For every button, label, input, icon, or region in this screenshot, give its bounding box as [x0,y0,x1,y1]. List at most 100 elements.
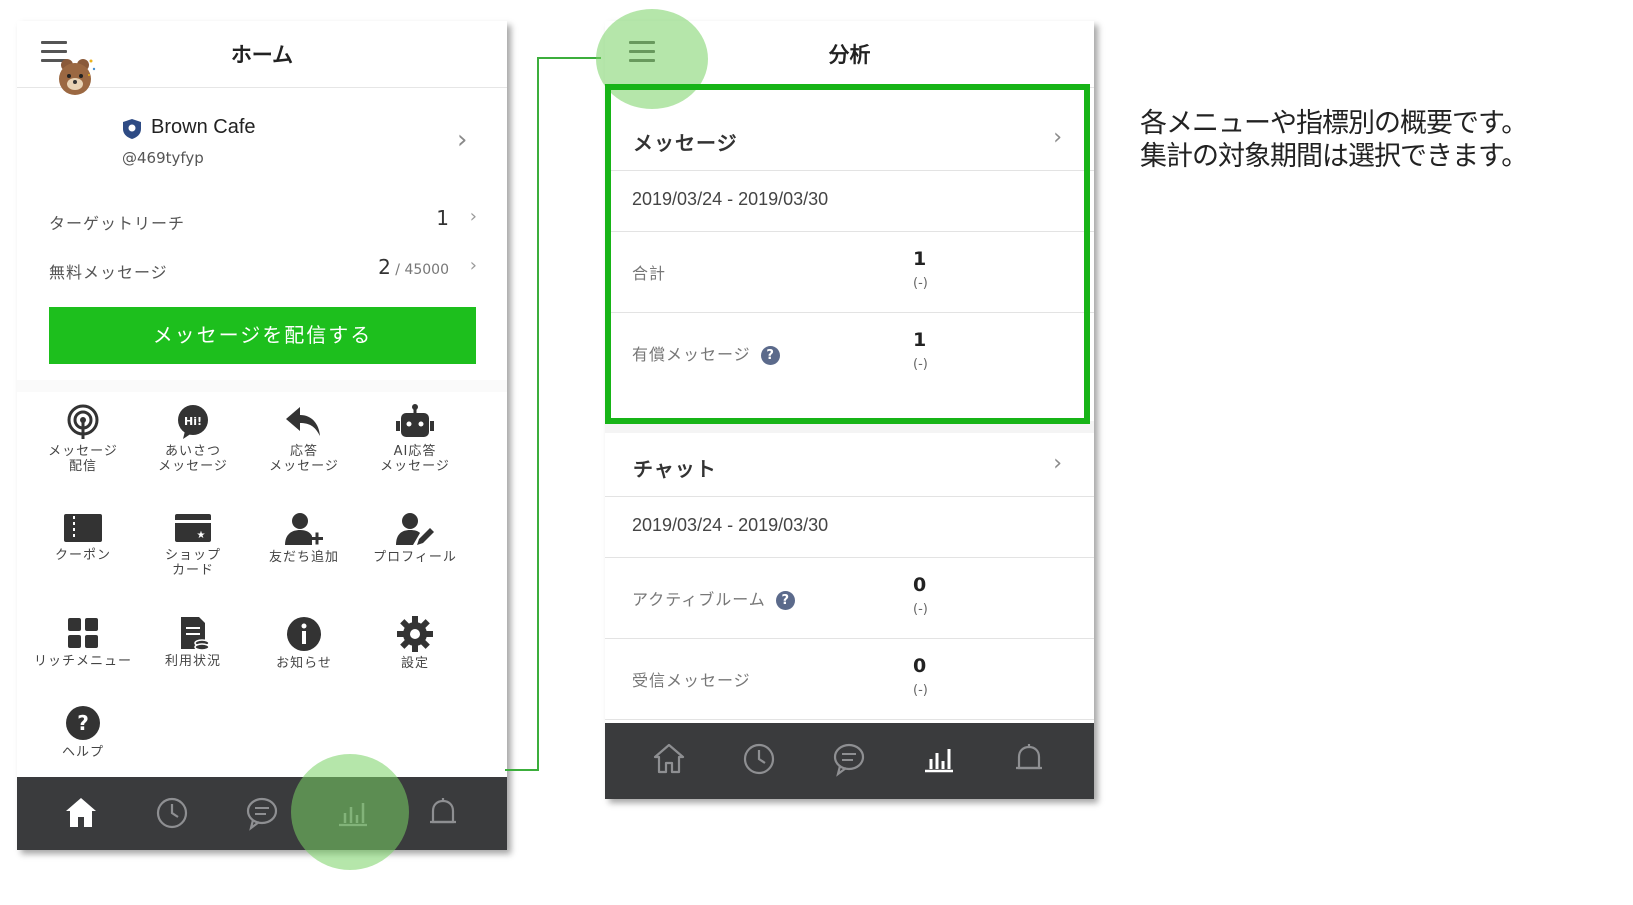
chevron-right-icon: › [457,125,468,155]
section-title: チャット [633,457,717,481]
svg-text:Hi!: Hi! [184,415,202,428]
target-reach-row[interactable]: ターゲットリーチ 1 › [49,204,477,238]
tile-label: ヘルプ [61,745,104,760]
divider [605,421,1094,433]
tile-settings[interactable]: 設定 [360,616,470,671]
help-question-icon[interactable]: ? [760,346,780,365]
metric-received-message-row: 受信メッセージ 0 (-) [605,639,1094,720]
target-reach-value: 1 [436,206,449,230]
tile-label: お知らせ [276,656,332,671]
avatar [59,59,96,95]
tile-label: 利用状況 [164,654,221,669]
section-message-header[interactable]: メッセージ › [605,107,1094,171]
tile-message-broadcast[interactable]: メッセージ 配信 [28,404,138,474]
chart-icon[interactable] [921,741,957,777]
info-icon [287,617,321,651]
svg-text:★: ★ [197,530,206,541]
account-header[interactable] [17,89,507,196]
chevron-right-icon: › [469,206,477,227]
chat-icon[interactable] [244,795,280,831]
metric-label: 合計 [632,264,667,283]
clock-icon[interactable] [154,795,190,831]
tile-notices[interactable]: お知らせ [249,616,359,671]
date-range-selector[interactable]: 2019/03/24 - 2019/03/30 [605,171,1094,232]
help-question-icon[interactable]: ? [775,591,795,610]
profile-edit-icon [396,513,434,545]
tile-rich-menu[interactable]: リッチメニュー [28,616,138,669]
clock-icon[interactable] [741,741,777,777]
home-icon[interactable] [651,741,687,777]
tile-profile[interactable]: プロフィール [360,512,470,565]
free-messages-label: 無料メッセージ [49,263,168,282]
free-messages-row[interactable]: 無料メッセージ 2 / 45000 › [49,253,477,287]
account-name: Brown Cafe [151,116,256,138]
tile-ai-reply-message[interactable]: AI応答 メッセージ [360,404,470,474]
page-title: 分析 [828,43,871,67]
tile-label: クーポン [54,548,111,563]
section-title: メッセージ [633,131,738,155]
metric-value: 1 [913,248,927,270]
home-screen: ホーム Brown Cafe @469tyfyp › ターゲットリーチ 1 › … [17,21,507,850]
tile-usage-status[interactable]: 利用状況 [138,616,248,669]
tile-coupon[interactable]: クーポン [28,512,138,563]
bell-icon[interactable] [1011,741,1047,777]
svg-text:?: ? [77,711,89,735]
chat-icon[interactable] [831,741,867,777]
home-icon[interactable] [63,795,99,831]
reply-arrow-icon [286,407,320,436]
coupon-icon [64,514,102,542]
metric-value: 1 [913,329,927,351]
rich-menu-icon [68,618,98,648]
metric-total-row: 合計 1 (-) [605,232,1094,313]
metric-label: アクティブルーム? [632,586,795,610]
chevron-right-icon: › [469,255,477,276]
caption-line-2: 集計の対象期間は選択できます。 [1140,141,1528,172]
tile-label: リッチメニュー [33,654,132,669]
tile-label: メッセージ 配信 [48,444,118,474]
date-range-text: 2019/03/24 - 2019/03/30 [632,189,829,209]
tile-label: 友だち追加 [268,550,339,565]
tile-add-friend[interactable]: 友だち追加 [249,512,359,565]
chevron-right-icon: › [1053,125,1062,150]
help-icon: ? [66,706,100,740]
tile-help[interactable]: ? ヘルプ [28,705,138,760]
account-id: @469tyfyp [122,149,204,167]
metric-label: 有償メッセージ? [632,341,780,365]
chevron-right-icon: › [1053,451,1062,476]
date-range-text: 2019/03/24 - 2019/03/30 [632,515,829,535]
target-reach-label: ターゲットリーチ [49,214,186,233]
metric-change: (-) [913,357,928,372]
metric-change: (-) [913,602,928,617]
divider [17,380,507,392]
metric-change: (-) [913,683,928,698]
robot-icon [396,404,434,437]
tile-label: 応答 メッセージ [269,444,339,474]
tile-label: ショップ カード [164,548,221,578]
metric-value: 0 [913,574,927,596]
bottom-nav [17,777,507,850]
shield-badge-icon [123,119,141,139]
bottom-nav [605,723,1094,799]
analysis-app-bar: 分析 [605,21,1094,88]
tile-label: 設定 [400,656,429,671]
chart-icon[interactable] [335,795,371,831]
metric-label: 受信メッセージ [632,671,751,690]
free-messages-value: 2 / 45000 [378,255,449,279]
tile-label: AI応答 メッセージ [380,444,450,474]
broadcast-icon [67,404,99,439]
tile-shop-card[interactable]: ★ ショップ カード [138,512,248,578]
send-message-button[interactable]: メッセージを配信する [49,307,476,364]
shop-card-icon: ★ [175,514,211,542]
tile-greeting-message[interactable]: Hi! あいさつ メッセージ [138,404,248,474]
date-range-selector[interactable]: 2019/03/24 - 2019/03/30 [605,497,1094,558]
bell-icon[interactable] [425,795,461,831]
add-friend-icon [285,513,323,545]
caption-line-1: 各メニューや指標別の概要です。 [1140,108,1528,139]
section-chat-header[interactable]: チャット › [605,433,1094,497]
metric-active-room-row: アクティブルーム? 0 (-) [605,558,1094,639]
analysis-screen: 分析 メッセージ › 2019/03/24 - 2019/03/30 合計 1 … [605,21,1094,799]
tile-reply-message[interactable]: 応答 メッセージ [249,404,359,474]
metric-paid-message-row: 有償メッセージ? 1 (-) [605,313,1094,394]
caption-text: 各メニューや指標別の概要です。 集計の対象期間は選択できます。 [1140,107,1528,173]
usage-icon [181,617,210,650]
